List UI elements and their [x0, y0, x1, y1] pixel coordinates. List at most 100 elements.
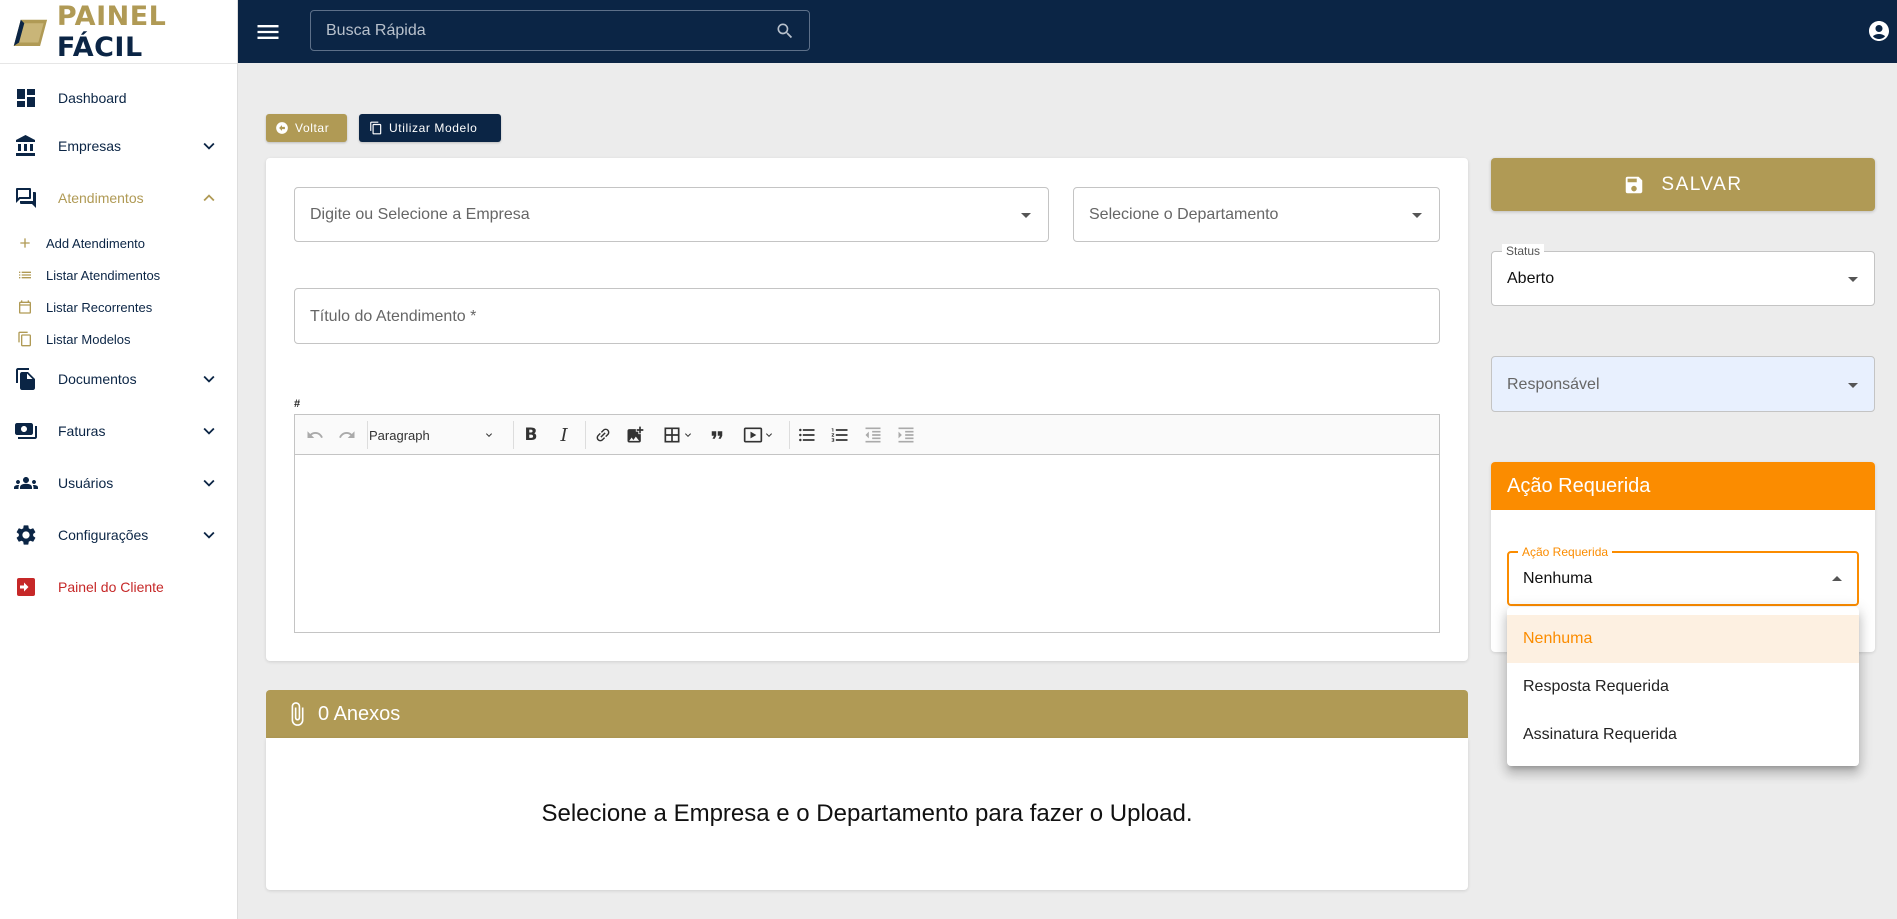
logo[interactable]: PAINEL FÁCIL — [0, 0, 237, 64]
responsible-placeholder: Responsável — [1507, 376, 1600, 393]
company-select[interactable]: Digite ou Selecione a Empresa — [294, 187, 1049, 242]
toolbar-separator — [513, 421, 514, 449]
department-select[interactable]: Selecione o Departamento — [1073, 187, 1440, 242]
logo-word-2: FÁCIL — [56, 31, 143, 63]
sidebar-item-usuarios[interactable]: Usuários — [0, 461, 238, 505]
chevron-down-icon — [766, 433, 772, 437]
chevron-down-icon — [203, 427, 215, 435]
option-assinatura-requerida[interactable]: Assinatura Requerida — [1507, 711, 1859, 759]
sidebar-item-faturas[interactable]: Faturas — [0, 409, 238, 453]
outdent-button[interactable] — [861, 423, 885, 447]
company-select-placeholder: Digite ou Selecione a Empresa — [310, 206, 530, 223]
attachments-body: Selecione a Empresa e o Departamento par… — [266, 738, 1468, 890]
dropdown-arrow-icon — [1848, 383, 1858, 388]
redo-button[interactable] — [335, 423, 359, 447]
sidebar-item-configuracoes[interactable]: Configurações — [0, 513, 238, 557]
bold-icon[interactable]: B — [519, 423, 543, 447]
upload-message: Selecione a Empresa e o Departamento par… — [541, 800, 1193, 827]
blockquote-button[interactable] — [705, 423, 729, 447]
status-legend: Status — [1502, 244, 1545, 258]
editor-toolbar: Paragraph B I — [295, 415, 1439, 455]
dropdown-arrow-icon — [1021, 213, 1031, 218]
sidebar-subitem-add-atendimento[interactable]: Add Atendimento — [0, 228, 238, 258]
sidebar-item-empresas[interactable]: Empresas — [0, 124, 238, 168]
insert-image-button[interactable] — [623, 423, 647, 447]
payments-icon — [15, 423, 37, 439]
outdent-icon — [865, 427, 881, 443]
option-nenhuma[interactable]: Nenhuma — [1507, 615, 1859, 663]
chevron-down-icon — [203, 479, 215, 487]
link-button[interactable] — [591, 423, 615, 447]
required-action-value: Nenhuma — [1523, 570, 1593, 587]
logo-mark-icon — [13, 19, 48, 46]
sidebar-subitem-label: Listar Modelos — [46, 331, 131, 347]
toolbar-separator — [789, 421, 790, 449]
use-template-label: Utilizar Modelo — [389, 121, 478, 135]
indent-button[interactable] — [894, 423, 918, 447]
sidebar-subitem-listar-recorrentes[interactable]: Listar Recorrentes — [0, 292, 238, 322]
quote-icon — [711, 431, 723, 439]
sidebar-subitem-label: Listar Recorrentes — [46, 299, 153, 315]
italic-icon[interactable]: I — [552, 423, 576, 447]
bank-icon — [16, 135, 35, 156]
insert-table-button[interactable] — [659, 423, 697, 447]
save-button-label: SALVAR — [1661, 173, 1743, 195]
dashboard-icon — [17, 89, 35, 107]
sidebar-item-label: Painel do Cliente — [58, 579, 164, 595]
quick-search — [310, 10, 810, 51]
people-icon — [14, 477, 38, 489]
required-action-title: Ação Requerida — [1507, 475, 1651, 497]
required-action-select[interactable]: Ação Requerida Nenhuma — [1507, 545, 1859, 606]
undo-icon — [307, 431, 323, 438]
bulleted-list-button[interactable] — [795, 423, 819, 447]
ticket-title-field[interactable]: Título do Atendimento * — [294, 288, 1440, 344]
sidebar-item-label: Usuários — [58, 475, 114, 491]
media-icon — [743, 427, 763, 443]
undo-button[interactable] — [303, 423, 327, 447]
dropdown-arrow-icon — [1848, 277, 1858, 282]
required-action-header: Ação Requerida — [1491, 462, 1875, 510]
paragraph-format-select[interactable]: Paragraph — [369, 423, 499, 447]
search-icon[interactable] — [775, 21, 795, 41]
status-value: Aberto — [1507, 270, 1555, 287]
attachments-header: 0 Anexos — [266, 690, 1468, 738]
menu-icon[interactable] — [254, 18, 282, 46]
status-select[interactable]: Status Aberto — [1491, 244, 1875, 306]
sidebar-item-dashboard[interactable]: Dashboard — [0, 76, 238, 120]
sidebar-item-atendimentos[interactable]: Atendimentos — [0, 176, 238, 220]
sidebar-subitem-listar-modelos[interactable]: Listar Modelos — [0, 324, 238, 354]
table-icon — [664, 427, 680, 443]
back-button[interactable]: Voltar — [266, 114, 347, 142]
image-upload-icon — [627, 426, 644, 443]
sidebar-item-label: Empresas — [58, 138, 122, 154]
sidebar-subitem-listar-atendimentos[interactable]: Listar Atendimentos — [0, 260, 238, 290]
sidebar-item-label: Faturas — [58, 423, 106, 439]
chevron-down-icon — [203, 142, 215, 150]
sidebar-item-painel-do-cliente[interactable]: Painel do Cliente — [0, 565, 238, 609]
sidebar-item-label: Atendimentos — [58, 190, 144, 206]
logo-text: PAINEL FÁCIL — [57, 1, 237, 63]
save-button[interactable]: SALVAR — [1491, 158, 1875, 211]
toolbar-separator — [367, 421, 368, 449]
insert-media-button[interactable] — [739, 423, 779, 447]
account-icon[interactable] — [1867, 19, 1891, 43]
ticket-title-placeholder: Título do Atendimento * — [310, 308, 477, 325]
editor-content-area[interactable] — [295, 455, 1439, 633]
copy-icon — [18, 331, 31, 347]
documents-icon — [16, 368, 35, 390]
paperclip-icon — [291, 702, 304, 726]
sidebar-item-documentos[interactable]: Documentos — [0, 357, 238, 401]
option-resposta-requerida[interactable]: Resposta Requerida — [1507, 663, 1859, 711]
save-icon — [1626, 176, 1643, 193]
numbered-list-button[interactable] — [828, 423, 852, 447]
sidebar-item-label: Configurações — [58, 527, 149, 543]
search-input[interactable] — [311, 11, 809, 50]
use-template-button[interactable]: Utilizar Modelo — [359, 114, 501, 142]
chevron-down-icon — [203, 375, 215, 383]
paragraph-format-label: Paragraph — [369, 427, 430, 443]
calendar-icon — [19, 300, 31, 314]
exit-icon — [17, 578, 35, 596]
logo-word-1: PAINEL — [56, 0, 167, 32]
sidebar-subitem-label: Listar Atendimentos — [46, 267, 161, 283]
responsible-select[interactable]: Responsável — [1491, 356, 1875, 412]
